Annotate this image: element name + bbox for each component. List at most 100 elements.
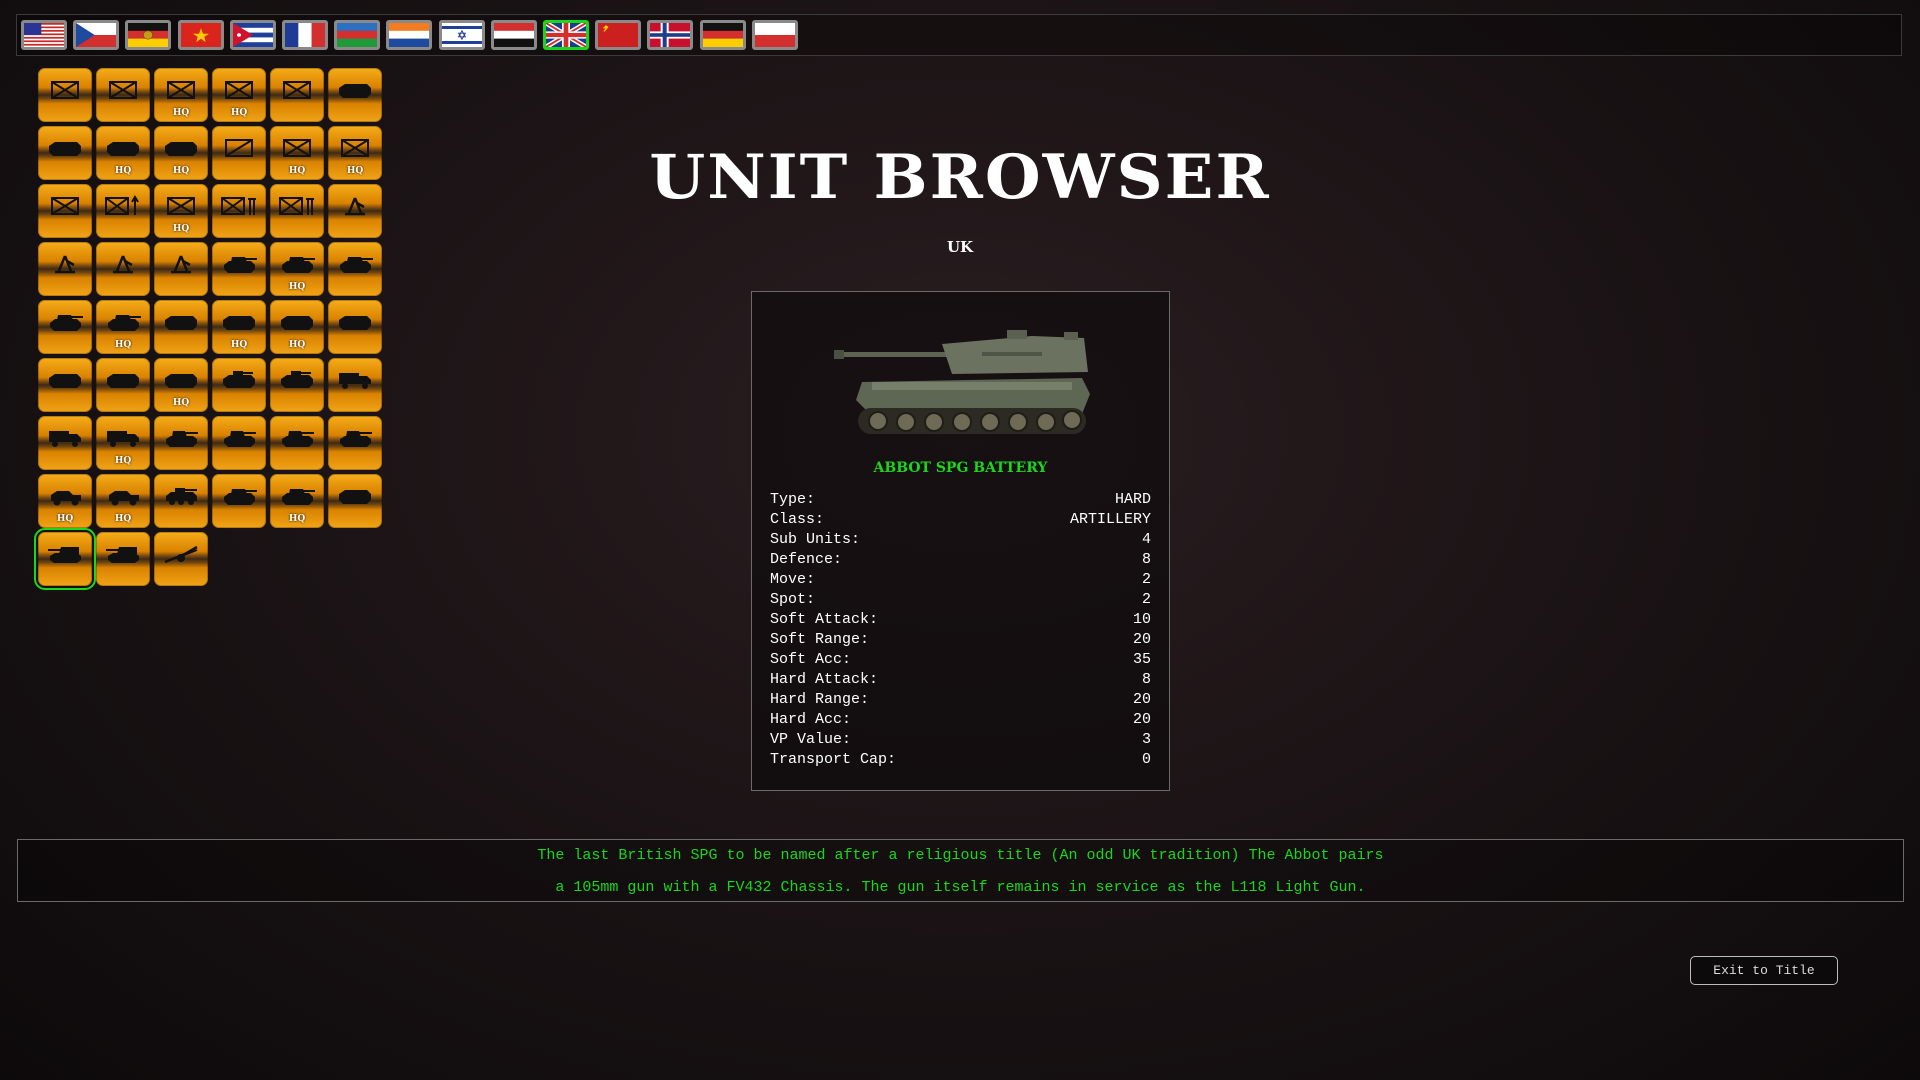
stat-value: 20: [1132, 631, 1151, 648]
unit-tile[interactable]: [270, 416, 324, 470]
unit-tile[interactable]: [96, 358, 150, 412]
unit-tile[interactable]: [212, 416, 266, 470]
nation-flag-button-su[interactable]: [595, 20, 642, 50]
unit-tile[interactable]: [212, 126, 266, 180]
unit-tile[interactable]: HQ: [212, 300, 266, 354]
stat-row: Sub Units: 4: [770, 530, 1151, 550]
unit-tile[interactable]: [38, 184, 92, 238]
nation-flag-button-il[interactable]: [438, 20, 485, 50]
infantry-engineer-icon: [221, 197, 256, 215]
unit-tile[interactable]: [38, 68, 92, 122]
flag-east-germany-icon: [128, 23, 169, 47]
unit-tile[interactable]: [328, 300, 382, 354]
stat-label: Type:: [770, 491, 816, 508]
nation-flag-button-ye[interactable]: [490, 20, 537, 50]
unit-tile[interactable]: [38, 416, 92, 470]
unit-tile[interactable]: [154, 300, 208, 354]
unit-tile[interactable]: HQ: [328, 126, 382, 180]
unit-tile[interactable]: [154, 532, 208, 586]
unit-tile[interactable]: [328, 474, 382, 528]
unit-tile[interactable]: [154, 416, 208, 470]
nation-flag-button-nl[interactable]: [386, 20, 433, 50]
unit-tile[interactable]: [38, 300, 92, 354]
unit-tile[interactable]: [38, 126, 92, 180]
stat-label: Class:: [770, 511, 825, 528]
apc-icon: [281, 316, 313, 330]
unit-tile[interactable]: HQ: [270, 242, 324, 296]
unit-tile[interactable]: HQ: [270, 300, 324, 354]
tank-icon: [224, 257, 257, 273]
hq-badge: HQ: [172, 398, 190, 408]
unit-tile[interactable]: HQ: [270, 474, 324, 528]
unit-tile[interactable]: HQ: [270, 126, 324, 180]
nation-flag-button-de[interactable]: [699, 20, 746, 50]
nation-flag-button-uk[interactable]: [543, 20, 589, 50]
stat-value: 8: [1141, 671, 1151, 688]
unit-card: ABBOT SPG BATTERY Type: HARD Class: ARTILLE…: [751, 291, 1170, 791]
unit-tile[interactable]: [96, 532, 150, 586]
stat-label: Move:: [770, 571, 816, 588]
nation-flag-button-us[interactable]: [21, 20, 67, 50]
unit-tile[interactable]: [212, 184, 266, 238]
unit-tile[interactable]: [270, 358, 324, 412]
unit-tile[interactable]: [212, 358, 266, 412]
unit-tile[interactable]: [96, 242, 150, 296]
spg-icon: [106, 547, 139, 563]
unit-tile[interactable]: [154, 474, 208, 528]
mortar-icon: [113, 255, 133, 274]
nation-flag-button-fr[interactable]: [282, 20, 328, 50]
infantry-icon: [283, 81, 311, 99]
unit-tile[interactable]: [328, 68, 382, 122]
unit-tile[interactable]: [38, 242, 92, 296]
unit-tile[interactable]: HQ: [96, 474, 150, 528]
infantry-icon: [167, 81, 195, 99]
stat-value: HARD: [1114, 491, 1151, 508]
nation-flag-button-cz[interactable]: [73, 20, 120, 50]
ifv-icon: [223, 371, 255, 388]
hq-badge: HQ: [114, 514, 132, 524]
unit-tile[interactable]: [328, 242, 382, 296]
nation-flag-button-az[interactable]: [334, 20, 381, 50]
nation-flag-button-pl[interactable]: [751, 20, 798, 50]
hq-badge: HQ: [172, 108, 190, 118]
unit-tile[interactable]: [96, 68, 150, 122]
unit-tile[interactable]: HQ: [154, 126, 208, 180]
hq-badge: HQ: [288, 282, 306, 292]
unit-tile[interactable]: [270, 68, 324, 122]
unit-tile[interactable]: [212, 242, 266, 296]
unit-tile[interactable]: [96, 184, 150, 238]
flag-cuba-icon: [232, 23, 273, 47]
stat-label: Spot:: [770, 591, 816, 608]
unit-tile[interactable]: [328, 184, 382, 238]
nation-flag-button-vn[interactable]: [177, 20, 224, 50]
unit-tile[interactable]: HQ: [96, 300, 150, 354]
unit-tile[interactable]: [38, 358, 92, 412]
unit-tile[interactable]: [328, 358, 382, 412]
unit-tile[interactable]: HQ: [38, 474, 92, 528]
unit-tile[interactable]: HQ: [154, 358, 208, 412]
unit-tile[interactable]: [154, 242, 208, 296]
stat-value: 4: [1141, 531, 1151, 548]
exit-to-title-button[interactable]: Exit to Title: [1690, 956, 1838, 985]
recon-icon: [225, 139, 253, 157]
nation-flag-button-no[interactable]: [647, 20, 694, 50]
hq-badge: HQ: [288, 340, 306, 350]
hq-badge: HQ: [230, 340, 248, 350]
unit-tile[interactable]: [212, 474, 266, 528]
unit-tile[interactable]: [328, 416, 382, 470]
light-tank-icon: [166, 431, 198, 447]
unit-tile[interactable]: HQ: [154, 184, 208, 238]
tank-icon: [108, 315, 141, 331]
unit-tile[interactable]: HQ: [154, 68, 208, 122]
unit-tile[interactable]: [270, 184, 324, 238]
infantry-icon: [225, 81, 253, 99]
nation-flag-button-ddr[interactable]: [125, 20, 172, 50]
unit-tile[interactable]: [34, 528, 96, 590]
stat-label: Sub Units:: [770, 531, 861, 548]
unit-tile[interactable]: HQ: [96, 126, 150, 180]
light-tank-icon: [282, 431, 314, 447]
unit-tile[interactable]: HQ: [96, 416, 150, 470]
towed-gun-icon: [164, 545, 198, 564]
unit-tile[interactable]: HQ: [212, 68, 266, 122]
nation-flag-button-cu[interactable]: [229, 20, 276, 50]
